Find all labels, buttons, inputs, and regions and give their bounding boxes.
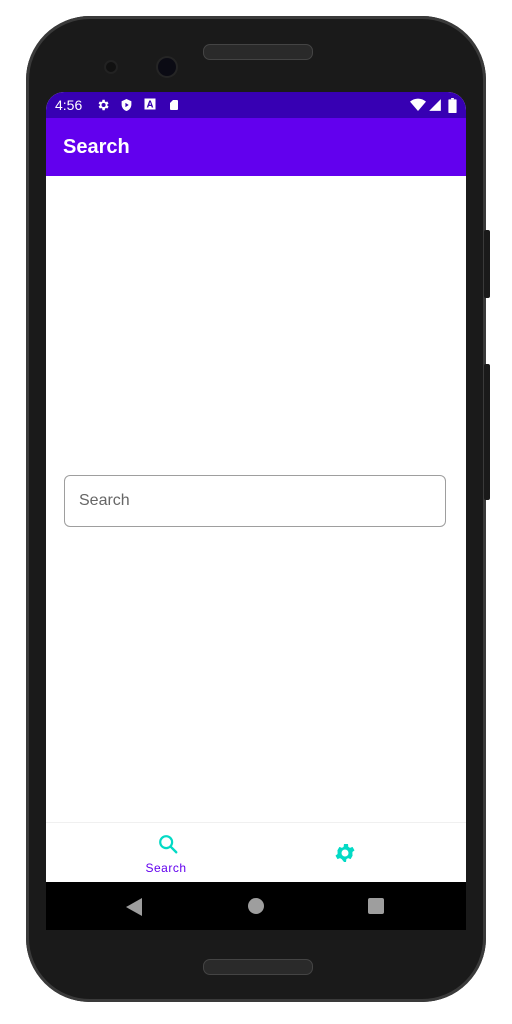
battery-icon — [448, 98, 457, 113]
home-button[interactable] — [248, 898, 264, 914]
back-button[interactable] — [126, 898, 142, 916]
play-protect-icon — [121, 99, 132, 111]
wifi-icon — [410, 98, 426, 111]
gear-icon — [335, 844, 355, 862]
search-icon — [159, 835, 178, 854]
settings-icon — [98, 99, 109, 111]
bottom-navigation: Search — [46, 822, 466, 882]
power-button — [484, 230, 490, 298]
status-bar: 4:56 — [46, 92, 466, 118]
sensor — [106, 62, 116, 72]
status-time: 4:56 — [55, 97, 83, 113]
earpiece-speaker — [203, 44, 313, 60]
app-bar: Search — [46, 118, 466, 176]
nav-item-search[interactable]: Search — [61, 823, 271, 882]
search-input[interactable] — [77, 491, 421, 511]
screen: 4:56 Search Search — [46, 92, 466, 882]
page-title: Search — [63, 136, 130, 158]
front-camera — [158, 58, 176, 76]
signal-icon — [429, 99, 441, 111]
bottom-speaker — [203, 959, 313, 975]
font-a-icon — [144, 98, 156, 110]
nav-item-settings[interactable] — [241, 823, 451, 882]
volume-button — [484, 364, 490, 500]
search-field[interactable] — [64, 475, 446, 527]
nav-label-search: Search — [145, 861, 187, 875]
recents-button[interactable] — [368, 898, 384, 914]
system-navigation-bar — [46, 882, 466, 930]
sd-card-icon — [170, 100, 178, 110]
